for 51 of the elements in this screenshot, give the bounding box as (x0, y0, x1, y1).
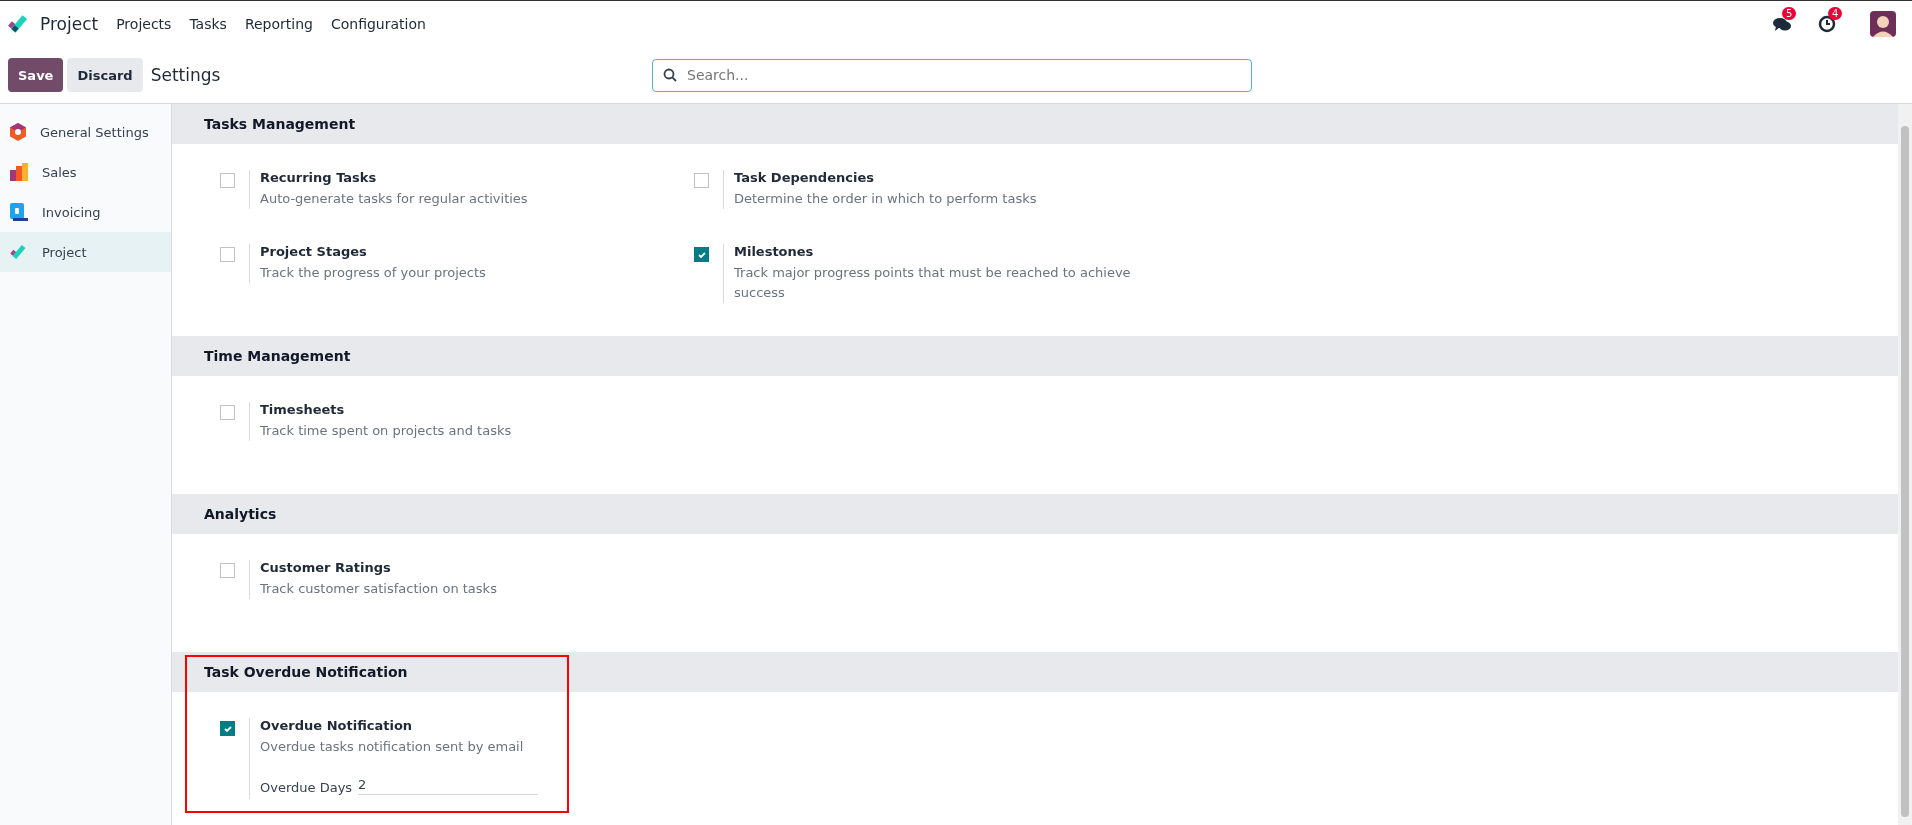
setting-title: Customer Ratings (260, 560, 392, 575)
section-title: Task Overdue Notification (204, 664, 408, 680)
clock-icon[interactable] (1818, 15, 1836, 33)
sidebar-item[interactable]: Sales (0, 152, 171, 192)
checkbox[interactable] (220, 173, 235, 188)
checkmark-icon (696, 249, 707, 260)
menu-item[interactable]: Projects (116, 16, 172, 32)
notification-badge: 4 (1828, 7, 1843, 20)
setting-description: Overdue tasks notification sent by email (260, 738, 525, 756)
menu-item[interactable]: Reporting (244, 16, 313, 32)
checkbox[interactable] (220, 405, 235, 420)
menu-item[interactable]: Tasks (189, 16, 227, 32)
hexagon-icon (10, 123, 26, 141)
section-title: Time Management (204, 348, 351, 364)
scrollbar[interactable] (1898, 104, 1912, 825)
menu-item[interactable]: Configuration (330, 16, 426, 32)
setting-title: Overdue Notification (260, 718, 414, 733)
setting-title: Recurring Tasks (260, 170, 378, 185)
section-title: Analytics (204, 506, 277, 522)
field-label: Overdue Days (260, 780, 353, 795)
setting-description: Track time spent on projects and tasks (260, 422, 512, 440)
user-avatar-icon[interactable] (1870, 11, 1896, 37)
setting-title: Task Dependencies (734, 170, 875, 185)
setting-title: Timesheets (260, 402, 346, 417)
save-button[interactable]: Save (8, 58, 64, 92)
discard-button[interactable]: Discard (67, 58, 143, 92)
sidebar-item[interactable]: Invoicing (0, 192, 171, 232)
checkbox[interactable] (220, 247, 235, 262)
search-bar[interactable]: Search... (652, 58, 1252, 92)
setting-description: Track the progress of your projects (260, 264, 486, 282)
notification-badge: 5 (1782, 7, 1797, 20)
app-name[interactable]: Project (40, 14, 99, 34)
checkbox[interactable] (220, 563, 235, 578)
page-title: Settings (150, 65, 221, 85)
setting-title: Milestones (734, 244, 815, 259)
checkbox[interactable] (694, 173, 709, 188)
setting-description: Auto-generate tasks for regular activities (260, 190, 528, 208)
setting-title: Project Stages (260, 244, 368, 259)
checkbox[interactable] (220, 721, 235, 736)
search-icon (663, 68, 677, 82)
bar-chart-icon (10, 163, 28, 181)
setting-description: Determine the order in which to perform tasks (734, 190, 1037, 208)
checkbox[interactable] (694, 247, 709, 262)
invoice-icon (10, 203, 28, 221)
setting-description: Track major progress points that must be reached to achieve success (734, 264, 1132, 302)
section-title: Tasks Management (204, 116, 356, 132)
setting-description: Track customer satisfaction on tasks (260, 580, 497, 598)
chat-bubbles-icon[interactable] (1772, 15, 1792, 33)
sidebar-item[interactable]: General Settings (0, 112, 171, 152)
checkmark-icon (222, 723, 233, 734)
sidebar-item[interactable]: Project (0, 232, 171, 272)
